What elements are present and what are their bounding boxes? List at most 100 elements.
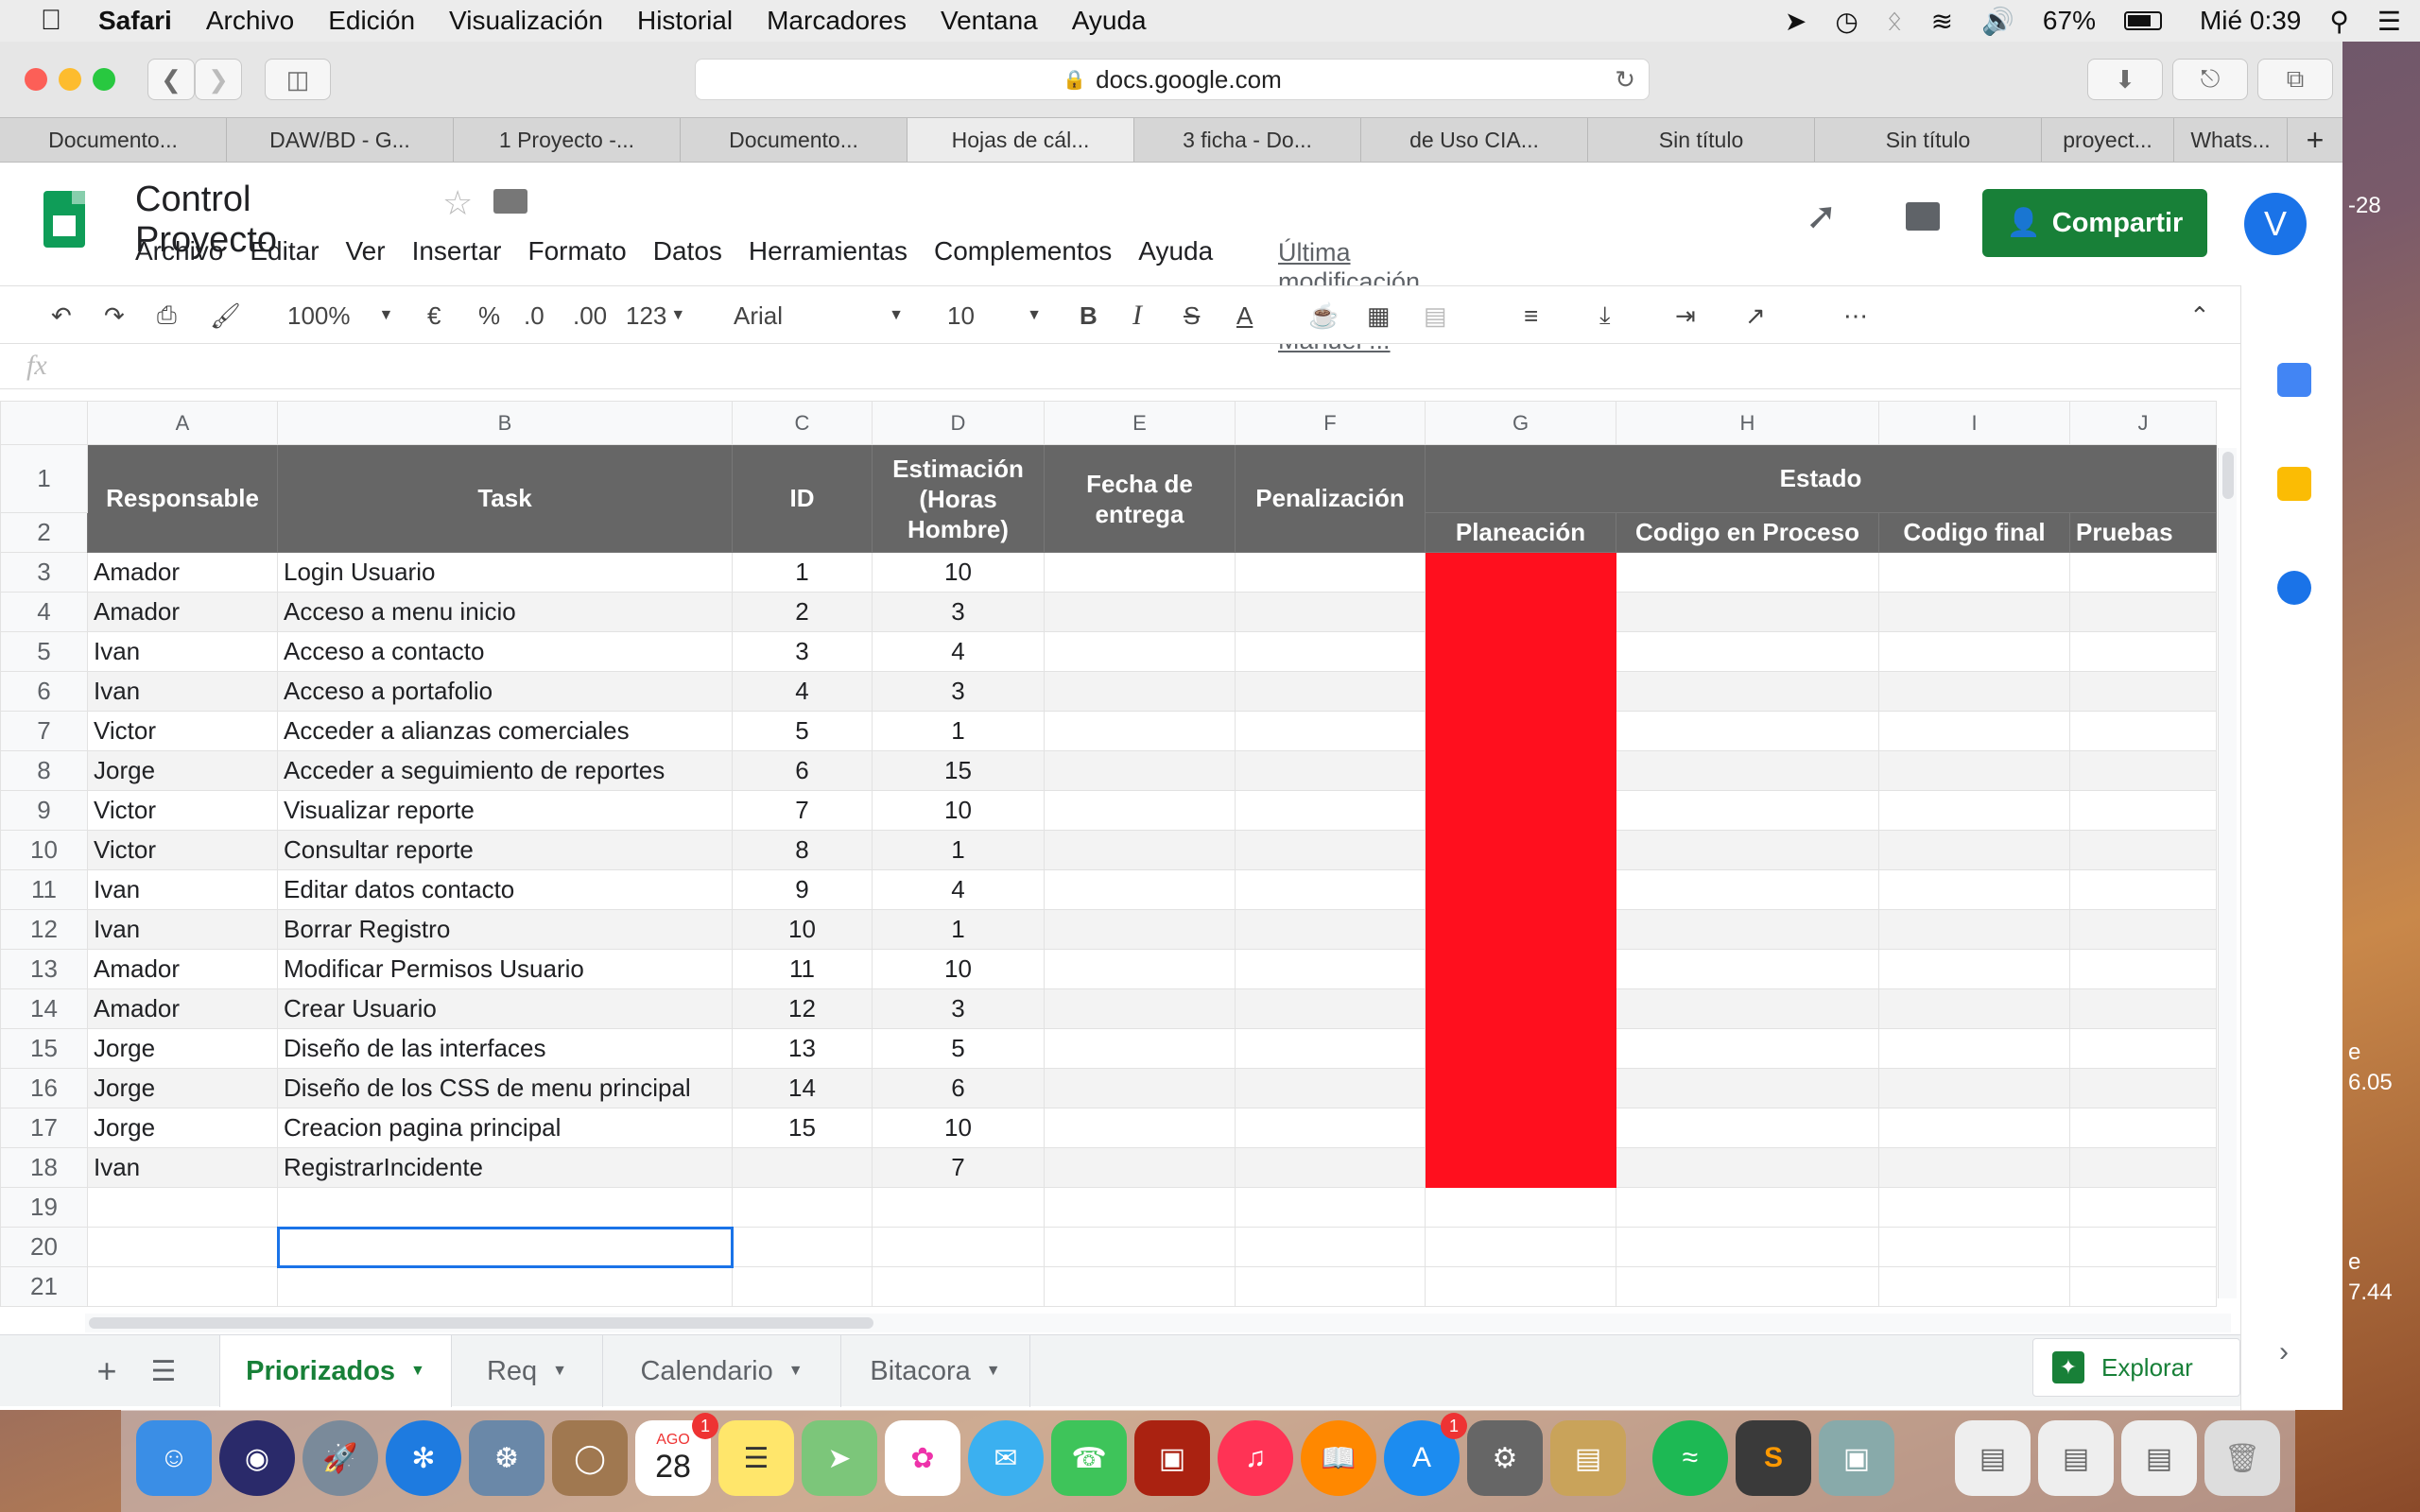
cell-codigo-final[interactable] xyxy=(1878,750,2070,791)
tab-overview-button[interactable]: ⧉ xyxy=(2257,59,2333,100)
cell-estimacion[interactable]: 1 xyxy=(872,909,1045,950)
cell-id[interactable]: 15 xyxy=(732,1108,873,1148)
minimize-window-button[interactable] xyxy=(59,68,81,91)
cell-estimacion[interactable]: 1 xyxy=(872,711,1045,751)
font-select[interactable]: Arial ▼ xyxy=(734,298,904,334)
empty-cell[interactable] xyxy=(1044,1227,1236,1267)
avatar[interactable]: V xyxy=(2244,193,2307,255)
siri-icon[interactable]: ◉ xyxy=(219,1420,295,1496)
empty-cell[interactable] xyxy=(1616,1187,1879,1228)
spreadsheet-grid[interactable]: A B C D E F G H I J 1 Responsable Task I… xyxy=(0,401,2240,1310)
horizontal-align-icon[interactable]: ≡ xyxy=(1524,298,1538,334)
empty-cell[interactable] xyxy=(87,1187,278,1228)
reload-icon[interactable]: ↻ xyxy=(1615,65,1635,94)
undo-icon[interactable]: ↶ xyxy=(51,298,72,334)
empty-cell[interactable] xyxy=(872,1266,1045,1307)
safari-icon[interactable]: ✻ xyxy=(386,1420,461,1496)
books-icon[interactable]: 📖 xyxy=(1301,1420,1376,1496)
folder-icon[interactable] xyxy=(493,189,527,214)
cell-fecha-entrega[interactable] xyxy=(1044,711,1236,751)
browser-tab[interactable]: Documento... xyxy=(0,118,227,162)
cell-fecha-entrega[interactable] xyxy=(1044,909,1236,950)
cell-fecha-entrega[interactable] xyxy=(1044,1068,1236,1108)
cell-responsable[interactable]: Victor xyxy=(87,830,278,870)
cell-codigo-final[interactable] xyxy=(1878,711,2070,751)
cell-id[interactable]: 3 xyxy=(732,631,873,672)
horizontal-scrollbar[interactable] xyxy=(85,1314,2231,1332)
cell-codigo-proceso[interactable] xyxy=(1616,830,1879,870)
cell-responsable[interactable]: Victor xyxy=(87,790,278,831)
column-header[interactable]: J xyxy=(2069,401,2217,445)
notification-center-icon[interactable]: ☰ xyxy=(2377,6,2401,37)
header-codigo-proceso[interactable]: Codigo en Proceso xyxy=(1616,512,1879,553)
cell-fecha-entrega[interactable] xyxy=(1044,1108,1236,1148)
cell-estimacion[interactable]: 6 xyxy=(872,1068,1045,1108)
row-header[interactable]: 1 xyxy=(0,444,88,513)
cell-codigo-final[interactable] xyxy=(1878,1108,2070,1148)
italic-icon[interactable]: I xyxy=(1132,298,1142,334)
sheet-tab-calendario[interactable]: Calendario ▼ xyxy=(603,1335,841,1407)
row-header[interactable]: 6 xyxy=(0,671,88,712)
explore-button[interactable]: ✦ Explorar xyxy=(2032,1338,2240,1397)
cell-planeacion-status[interactable] xyxy=(1425,949,1616,989)
borders-icon[interactable]: ▦ xyxy=(1367,298,1391,334)
cell-codigo-proceso[interactable] xyxy=(1616,631,1879,672)
currency-format-button[interactable]: € xyxy=(427,298,441,334)
cell-responsable[interactable]: Jorge xyxy=(87,750,278,791)
zoom-window-button[interactable] xyxy=(93,68,115,91)
archive-utility-icon[interactable]: ▤ xyxy=(1550,1420,1626,1496)
cell-responsable[interactable]: Ivan xyxy=(87,631,278,672)
cell-pruebas[interactable] xyxy=(2069,631,2217,672)
sheets-logo-icon[interactable] xyxy=(43,191,85,248)
cell-penalizacion[interactable] xyxy=(1235,988,1426,1029)
itunes-icon[interactable]: ♫ xyxy=(1218,1420,1293,1496)
row-header[interactable]: 16 xyxy=(0,1068,88,1108)
cell-task[interactable]: Modificar Permisos Usuario xyxy=(277,949,733,989)
browser-tab[interactable]: 1 Proyecto -... xyxy=(454,118,681,162)
browser-tab-active[interactable]: Hojas de cál... xyxy=(908,118,1134,162)
cell-estimacion[interactable]: 10 xyxy=(872,552,1045,593)
cell-pruebas[interactable] xyxy=(2069,592,2217,632)
more-formats-button[interactable]: 123 ▼ xyxy=(626,298,685,334)
cell-pruebas[interactable] xyxy=(2069,1147,2217,1188)
cell-estimacion[interactable]: 1 xyxy=(872,830,1045,870)
browser-tab[interactable]: DAW/BD - G... xyxy=(227,118,454,162)
cell-fecha-entrega[interactable] xyxy=(1044,1028,1236,1069)
cell-penalizacion[interactable] xyxy=(1235,869,1426,910)
share-button[interactable]: 👤 Compartir xyxy=(1982,189,2207,257)
facetime-icon[interactable]: ☎ xyxy=(1051,1420,1127,1496)
empty-cell[interactable] xyxy=(2069,1266,2217,1307)
cell-pruebas[interactable] xyxy=(2069,909,2217,950)
cell-codigo-proceso[interactable] xyxy=(1616,988,1879,1029)
cell-fecha-entrega[interactable] xyxy=(1044,830,1236,870)
cell-id[interactable] xyxy=(732,1147,873,1188)
cell-planeacion-status[interactable] xyxy=(1425,711,1616,751)
cell-codigo-proceso[interactable] xyxy=(1616,1028,1879,1069)
header-responsable[interactable]: Responsable xyxy=(87,444,278,553)
cell-task[interactable]: Creacion pagina principal xyxy=(277,1108,733,1148)
header-penalizacion[interactable]: Penalización xyxy=(1235,444,1426,553)
cell-codigo-final[interactable] xyxy=(1878,592,2070,632)
empty-cell[interactable] xyxy=(1044,1187,1236,1228)
empty-cell[interactable] xyxy=(87,1227,278,1267)
cell-fecha-entrega[interactable] xyxy=(1044,988,1236,1029)
empty-cell[interactable] xyxy=(1425,1227,1616,1267)
cell-codigo-proceso[interactable] xyxy=(1616,909,1879,950)
cell-penalizacion[interactable] xyxy=(1235,750,1426,791)
empty-cell[interactable] xyxy=(1235,1266,1426,1307)
cell-pruebas[interactable] xyxy=(2069,1028,2217,1069)
cell-id[interactable]: 10 xyxy=(732,909,873,950)
menu-marcadores[interactable]: Marcadores xyxy=(767,6,907,36)
column-header[interactable]: A xyxy=(87,401,278,445)
cell-codigo-final[interactable] xyxy=(1878,1068,2070,1108)
percent-format-button[interactable]: % xyxy=(478,298,500,334)
cell-id[interactable]: 5 xyxy=(732,711,873,751)
cell-task[interactable]: Acceso a portafolio xyxy=(277,671,733,712)
sidebar-toggle-button[interactable]: ◫ xyxy=(265,59,331,100)
row-header[interactable]: 18 xyxy=(0,1147,88,1188)
address-bar[interactable]: 🔒 docs.google.com ↻ xyxy=(695,59,1650,100)
cell-id[interactable]: 12 xyxy=(732,988,873,1029)
wifi-icon[interactable]: ≋ xyxy=(1931,6,1953,37)
empty-cell[interactable] xyxy=(1616,1266,1879,1307)
time-machine-icon[interactable]: ◷ xyxy=(1835,6,1858,37)
